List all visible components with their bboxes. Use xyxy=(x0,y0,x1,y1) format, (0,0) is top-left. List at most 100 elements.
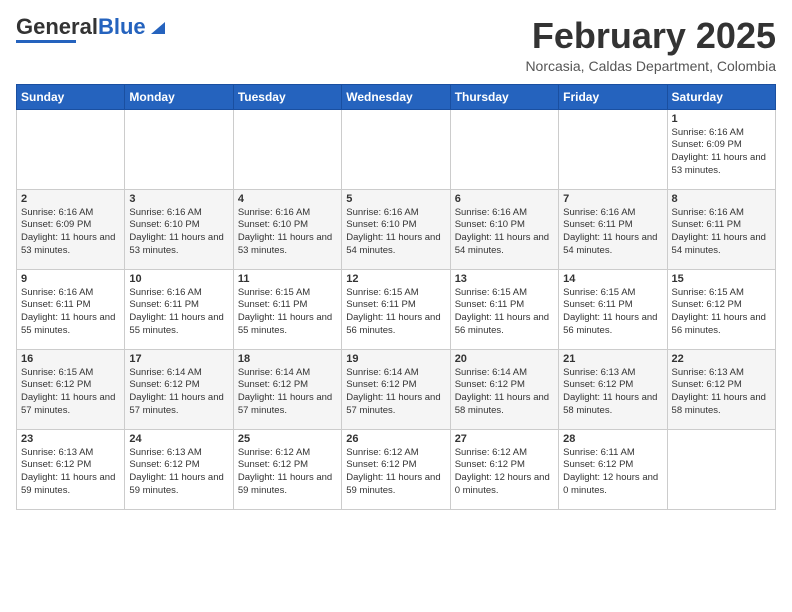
calendar-header-row: SundayMondayTuesdayWednesdayThursdayFrid… xyxy=(17,84,776,109)
title-block: February 2025 Norcasia, Caldas Departmen… xyxy=(525,16,776,74)
day-info: Sunrise: 6:12 AM Sunset: 6:12 PM Dayligh… xyxy=(346,447,445,498)
day-info: Sunrise: 6:14 AM Sunset: 6:12 PM Dayligh… xyxy=(129,367,228,418)
day-info: Sunrise: 6:14 AM Sunset: 6:12 PM Dayligh… xyxy=(455,367,554,418)
day-number: 14 xyxy=(563,273,662,285)
day-info: Sunrise: 6:15 AM Sunset: 6:12 PM Dayligh… xyxy=(672,287,771,338)
day-info: Sunrise: 6:15 AM Sunset: 6:12 PM Dayligh… xyxy=(21,367,120,418)
calendar-cell xyxy=(125,109,233,189)
day-info: Sunrise: 6:14 AM Sunset: 6:12 PM Dayligh… xyxy=(346,367,445,418)
weekday-header-sunday: Sunday xyxy=(17,84,125,109)
day-info: Sunrise: 6:16 AM Sunset: 6:10 PM Dayligh… xyxy=(346,207,445,258)
day-number: 8 xyxy=(672,193,771,205)
calendar-cell: 13 Sunrise: 6:15 AM Sunset: 6:11 PM Dayli… xyxy=(450,269,558,349)
calendar-cell: 16 Sunrise: 6:15 AM Sunset: 6:12 PM Dayli… xyxy=(17,349,125,429)
day-number: 1 xyxy=(672,113,771,125)
day-number: 13 xyxy=(455,273,554,285)
calendar-week-4: 16 Sunrise: 6:15 AM Sunset: 6:12 PM Dayli… xyxy=(17,349,776,429)
day-info: Sunrise: 6:16 AM Sunset: 6:09 PM Dayligh… xyxy=(672,127,771,178)
day-number: 15 xyxy=(672,273,771,285)
calendar-cell xyxy=(342,109,450,189)
day-info: Sunrise: 6:15 AM Sunset: 6:11 PM Dayligh… xyxy=(238,287,337,338)
day-number: 16 xyxy=(21,353,120,365)
weekday-header-friday: Friday xyxy=(559,84,667,109)
calendar-cell xyxy=(233,109,341,189)
day-number: 21 xyxy=(563,353,662,365)
day-number: 3 xyxy=(129,193,228,205)
day-info: Sunrise: 6:12 AM Sunset: 6:12 PM Dayligh… xyxy=(238,447,337,498)
calendar-cell: 19 Sunrise: 6:14 AM Sunset: 6:12 PM Dayli… xyxy=(342,349,450,429)
day-number: 7 xyxy=(563,193,662,205)
day-info: Sunrise: 6:16 AM Sunset: 6:10 PM Dayligh… xyxy=(455,207,554,258)
day-info: Sunrise: 6:13 AM Sunset: 6:12 PM Dayligh… xyxy=(21,447,120,498)
day-info: Sunrise: 6:13 AM Sunset: 6:12 PM Dayligh… xyxy=(129,447,228,498)
day-info: Sunrise: 6:15 AM Sunset: 6:11 PM Dayligh… xyxy=(346,287,445,338)
day-number: 27 xyxy=(455,433,554,445)
day-info: Sunrise: 6:12 AM Sunset: 6:12 PM Dayligh… xyxy=(455,447,554,498)
month-title: February 2025 xyxy=(525,16,776,56)
day-number: 25 xyxy=(238,433,337,445)
calendar-cell xyxy=(17,109,125,189)
calendar-cell: 11Sunrise: 6:15 AM Sunset: 6:11 PM Dayli… xyxy=(233,269,341,349)
calendar-cell: 3 Sunrise: 6:16 AM Sunset: 6:10 PM Daylig… xyxy=(125,189,233,269)
calendar-cell: 10Sunrise: 6:16 AM Sunset: 6:11 PM Dayli… xyxy=(125,269,233,349)
calendar-cell: 20 Sunrise: 6:14 AM Sunset: 6:12 PM Dayli… xyxy=(450,349,558,429)
calendar-cell: 21 Sunrise: 6:13 AM Sunset: 6:12 PM Dayli… xyxy=(559,349,667,429)
calendar-cell: 8 Sunrise: 6:16 AM Sunset: 6:11 PM Daylig… xyxy=(667,189,775,269)
calendar-cell: 25 Sunrise: 6:12 AM Sunset: 6:12 PM Dayli… xyxy=(233,429,341,509)
page-header: GeneralBlue February 2025 Norcasia, Cald… xyxy=(16,16,776,74)
calendar-cell xyxy=(450,109,558,189)
calendar-cell: 7 Sunrise: 6:16 AM Sunset: 6:11 PM Daylig… xyxy=(559,189,667,269)
calendar-cell xyxy=(559,109,667,189)
day-number: 18 xyxy=(238,353,337,365)
calendar-cell: 6Sunrise: 6:16 AM Sunset: 6:10 PM Daylig… xyxy=(450,189,558,269)
calendar-cell xyxy=(667,429,775,509)
day-number: 26 xyxy=(346,433,445,445)
calendar-cell: 14Sunrise: 6:15 AM Sunset: 6:11 PM Dayli… xyxy=(559,269,667,349)
day-info: Sunrise: 6:13 AM Sunset: 6:12 PM Dayligh… xyxy=(563,367,662,418)
day-info: Sunrise: 6:14 AM Sunset: 6:12 PM Dayligh… xyxy=(238,367,337,418)
calendar-table: SundayMondayTuesdayWednesdayThursdayFrid… xyxy=(16,84,776,510)
day-number: 23 xyxy=(21,433,120,445)
day-info: Sunrise: 6:16 AM Sunset: 6:11 PM Dayligh… xyxy=(129,287,228,338)
day-number: 17 xyxy=(129,353,228,365)
day-number: 4 xyxy=(238,193,337,205)
weekday-header-thursday: Thursday xyxy=(450,84,558,109)
day-number: 20 xyxy=(455,353,554,365)
day-info: Sunrise: 6:16 AM Sunset: 6:11 PM Dayligh… xyxy=(21,287,120,338)
day-number: 22 xyxy=(672,353,771,365)
day-info: Sunrise: 6:16 AM Sunset: 6:09 PM Dayligh… xyxy=(21,207,120,258)
day-number: 2 xyxy=(21,193,120,205)
weekday-header-saturday: Saturday xyxy=(667,84,775,109)
weekday-header-tuesday: Tuesday xyxy=(233,84,341,109)
calendar-cell: 15 Sunrise: 6:15 AM Sunset: 6:12 PM Dayli… xyxy=(667,269,775,349)
day-info: Sunrise: 6:15 AM Sunset: 6:11 PM Dayligh… xyxy=(455,287,554,338)
calendar-week-2: 2 Sunrise: 6:16 AM Sunset: 6:09 PM Daylig… xyxy=(17,189,776,269)
day-info: Sunrise: 6:16 AM Sunset: 6:10 PM Dayligh… xyxy=(129,207,228,258)
day-number: 5 xyxy=(346,193,445,205)
calendar-cell: 1 Sunrise: 6:16 AM Sunset: 6:09 PM Daylig… xyxy=(667,109,775,189)
weekday-header-monday: Monday xyxy=(125,84,233,109)
calendar-week-5: 23 Sunrise: 6:13 AM Sunset: 6:12 PM Dayli… xyxy=(17,429,776,509)
calendar-cell: 27 Sunrise: 6:12 AM Sunset: 6:12 PM Dayli… xyxy=(450,429,558,509)
logo-icon xyxy=(147,18,165,36)
calendar-cell: 24 Sunrise: 6:13 AM Sunset: 6:12 PM Dayli… xyxy=(125,429,233,509)
day-info: Sunrise: 6:16 AM Sunset: 6:11 PM Dayligh… xyxy=(672,207,771,258)
day-number: 19 xyxy=(346,353,445,365)
calendar-cell: 22 Sunrise: 6:13 AM Sunset: 6:12 PM Dayli… xyxy=(667,349,775,429)
calendar-cell: 18 Sunrise: 6:14 AM Sunset: 6:12 PM Dayli… xyxy=(233,349,341,429)
calendar-cell: 2 Sunrise: 6:16 AM Sunset: 6:09 PM Daylig… xyxy=(17,189,125,269)
calendar-cell: 23 Sunrise: 6:13 AM Sunset: 6:12 PM Dayli… xyxy=(17,429,125,509)
day-info: Sunrise: 6:13 AM Sunset: 6:12 PM Dayligh… xyxy=(672,367,771,418)
calendar-cell: 17 Sunrise: 6:14 AM Sunset: 6:12 PM Dayli… xyxy=(125,349,233,429)
day-number: 12 xyxy=(346,273,445,285)
day-number: 24 xyxy=(129,433,228,445)
day-info: Sunrise: 6:16 AM Sunset: 6:11 PM Dayligh… xyxy=(563,207,662,258)
logo: GeneralBlue xyxy=(16,16,165,43)
calendar-cell: 4Sunrise: 6:16 AM Sunset: 6:10 PM Daylig… xyxy=(233,189,341,269)
calendar-cell: 5 Sunrise: 6:16 AM Sunset: 6:10 PM Daylig… xyxy=(342,189,450,269)
logo-text: GeneralBlue xyxy=(16,16,146,38)
weekday-header-wednesday: Wednesday xyxy=(342,84,450,109)
location-title: Norcasia, Caldas Department, Colombia xyxy=(525,58,776,74)
calendar-cell: 9Sunrise: 6:16 AM Sunset: 6:11 PM Daylig… xyxy=(17,269,125,349)
calendar-cell: 28Sunrise: 6:11 AM Sunset: 6:12 PM Dayli… xyxy=(559,429,667,509)
